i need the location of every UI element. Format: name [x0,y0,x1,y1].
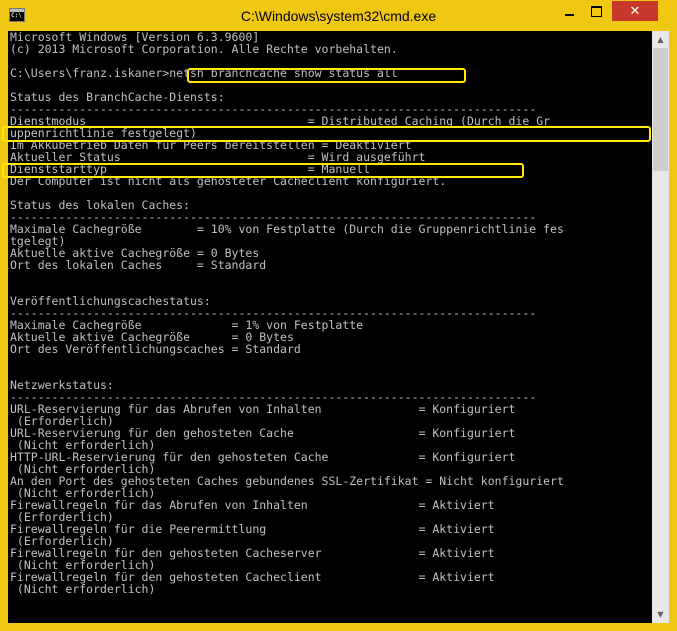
maximize-button[interactable] [583,1,609,21]
console-line: Ort des Veröffentlichungscaches = Standa… [10,342,301,356]
scrollbar-thumb[interactable] [653,48,668,171]
minimize-icon [564,14,574,16]
minimize-button[interactable] [556,1,582,21]
scroll-up-icon[interactable]: ▲ [652,31,669,48]
title-bar[interactable]: C:\Windows\system32\cmd.exe ✕ [0,0,677,31]
close-icon: ✕ [629,3,641,19]
console-line: Maximale Cachegröße = 10% von Festplatte… [10,222,564,236]
console-line: (c) 2013 Microsoft Corporation. Alle Rec… [10,42,398,56]
console-line: Ort des lokalen Caches = Standard [10,258,267,272]
console-line: Der Computer ist nicht als gehosteter Ca… [10,174,447,188]
close-button[interactable]: ✕ [612,1,658,21]
vertical-scrollbar[interactable]: ▲ ▼ [652,31,669,623]
maximize-icon [590,5,602,17]
cmd-window: C:\Windows\system32\cmd.exe ✕ Microsoft … [0,0,677,631]
console-text: Microsoft Windows [Version 6.3.9600] (c)… [8,31,652,595]
console-line: (Nicht erforderlich) [10,582,156,596]
console-line: C:\Users\franz.iskaner>netsh branchcache… [10,66,398,80]
console-output[interactable]: Microsoft Windows [Version 6.3.9600] (c)… [8,31,652,623]
scroll-down-icon[interactable]: ▼ [652,606,669,623]
